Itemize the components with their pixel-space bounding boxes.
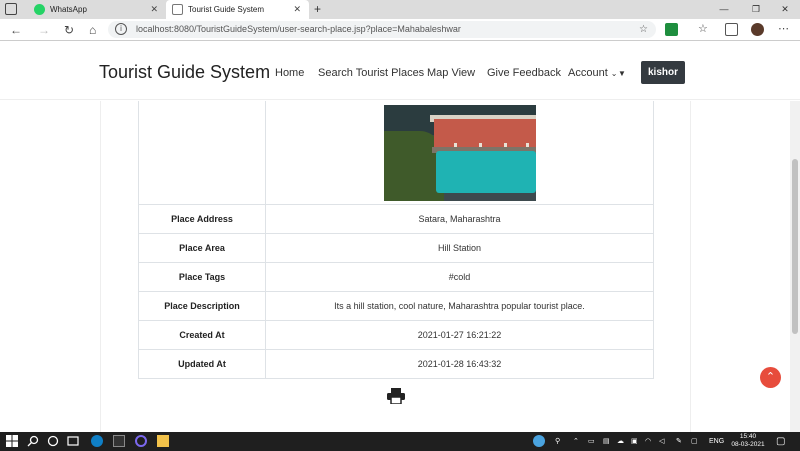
tab-label: Tourist Guide System	[188, 5, 265, 14]
table-row: Created At 2021-01-27 16:21:22	[138, 320, 654, 350]
edge-icon[interactable]	[91, 435, 103, 447]
task-view-icon[interactable]	[67, 435, 79, 447]
row-key: Place Address	[138, 204, 266, 234]
nav-map-view[interactable]: Map View	[427, 67, 475, 79]
cortana-icon[interactable]	[47, 435, 59, 447]
new-tab-button[interactable]: +	[314, 0, 321, 19]
monitor-icon[interactable]: ▣	[631, 432, 638, 451]
taskbar: ⚲ ⌃ ▭ ▤ ☁ ▣ ◠ ◁ ✎ ▢ ENG 15:40 08-03-2021…	[0, 432, 800, 451]
row-value: 2021-01-27 16:21:22	[265, 320, 654, 350]
pen-icon[interactable]: ✎	[676, 432, 682, 451]
table-row: Place Area Hill Station	[138, 233, 654, 263]
people-icon[interactable]: ⚲	[555, 432, 560, 451]
address-bar-row: ← → ↻ ⌂ i localhost:8080/TouristGuideSys…	[0, 19, 800, 41]
browser-tab-bar: WhatsApp ✕ Tourist Guide System ✕ + — ❐ …	[0, 0, 800, 19]
page-icon	[172, 4, 183, 15]
nav-give-feedback[interactable]: Give Feedback	[487, 67, 561, 79]
scrollbar[interactable]	[790, 101, 800, 432]
language-indicator[interactable]: ENG	[709, 432, 724, 451]
search-icon[interactable]	[27, 435, 39, 447]
table-cell	[265, 101, 654, 205]
place-photo	[383, 104, 536, 201]
display-icon[interactable]: ▢	[691, 432, 698, 451]
row-value: #cold	[265, 262, 654, 292]
clock-date: 08-03-2021	[731, 441, 765, 448]
url-field[interactable]: i localhost:8080/TouristGuideSystem/user…	[108, 21, 656, 38]
favorites-icon[interactable]: ☆	[698, 23, 711, 36]
home-icon[interactable]: ⌂	[89, 19, 96, 41]
image-row	[138, 101, 654, 205]
row-value: Satara, Maharashtra	[265, 204, 654, 234]
nav-account-label: Account	[568, 67, 608, 79]
close-icon[interactable]: ✕	[150, 0, 158, 19]
table-row: Place Tags #cold	[138, 262, 654, 292]
row-value: Its a hill station, cool nature, Maharas…	[265, 291, 654, 321]
tab-actions-icon[interactable]	[5, 3, 17, 15]
windows-start-icon[interactable]	[6, 435, 18, 447]
place-details-table: Place Address Satara, Maharashtra Place …	[138, 101, 654, 379]
more-icon[interactable]: ⋯	[778, 23, 791, 36]
table-row: Place Description Its a hill station, co…	[138, 291, 654, 321]
wifi-icon[interactable]: ◠	[645, 432, 651, 451]
close-window-icon[interactable]: ✕	[770, 0, 800, 19]
url-text: localhost:8080/TouristGuideSystem/user-s…	[136, 24, 461, 34]
whatsapp-icon	[34, 4, 45, 15]
clock[interactable]: 15:40 08-03-2021	[728, 433, 768, 449]
place-card: Place Address Satara, Maharashtra Place …	[100, 101, 691, 432]
table-cell	[138, 101, 266, 205]
chevron-up-icon[interactable]: ⌃	[573, 432, 579, 451]
nav-account[interactable]: Account ⌄	[568, 67, 617, 79]
user-button[interactable]: kishor	[641, 61, 685, 84]
row-value: Hill Station	[265, 233, 654, 263]
scrollbar-thumb[interactable]	[792, 159, 798, 334]
info-icon[interactable]: i	[115, 23, 127, 35]
caret-down-icon[interactable]: ▼	[618, 69, 626, 78]
collections-icon[interactable]	[725, 23, 738, 36]
row-key: Place Description	[138, 291, 266, 321]
help-icon[interactable]	[533, 435, 545, 447]
network-icon[interactable]: ▤	[603, 432, 610, 451]
row-key: Updated At	[138, 349, 266, 379]
close-icon[interactable]: ✕	[293, 0, 301, 19]
minimize-icon[interactable]: —	[709, 0, 739, 19]
extension-icon[interactable]	[665, 23, 678, 36]
table-row: Place Address Satara, Maharashtra	[138, 204, 654, 234]
forward-icon[interactable]: →	[38, 19, 50, 41]
row-key: Created At	[138, 320, 266, 350]
restore-icon[interactable]: ❐	[741, 0, 771, 19]
row-key: Place Tags	[138, 262, 266, 292]
battery-icon[interactable]: ▭	[588, 432, 595, 451]
app-icon[interactable]	[135, 435, 147, 447]
page-content: Place Address Satara, Maharashtra Place …	[0, 101, 790, 432]
tab-label: WhatsApp	[50, 5, 87, 14]
scroll-to-top-button[interactable]: ⌃	[760, 367, 781, 388]
refresh-icon[interactable]: ↻	[64, 19, 74, 41]
nav-home[interactable]: Home	[275, 67, 304, 79]
row-key: Place Area	[138, 233, 266, 263]
tab-whatsapp[interactable]: WhatsApp ✕	[28, 0, 166, 19]
notification-icon[interactable]: ▢	[776, 432, 785, 451]
clock-time: 15:40	[739, 433, 757, 440]
avatar[interactable]	[751, 23, 764, 36]
site-navbar: Tourist Guide System Home Search Tourist…	[0, 42, 800, 100]
terminal-icon[interactable]	[113, 435, 125, 447]
row-value: 2021-01-28 16:43:32	[265, 349, 654, 379]
cloud-icon[interactable]: ☁	[617, 432, 624, 451]
star-icon[interactable]: ☆	[639, 21, 648, 38]
chevron-down-icon: ⌄	[610, 69, 618, 78]
nav-search-places[interactable]: Search Tourist Places	[318, 67, 424, 79]
volume-icon[interactable]: ◁	[659, 432, 664, 451]
tab-tourist-guide[interactable]: Tourist Guide System ✕	[166, 0, 309, 19]
brand-title[interactable]: Tourist Guide System	[99, 62, 270, 83]
back-icon[interactable]: ←	[10, 19, 22, 41]
file-explorer-icon[interactable]	[157, 435, 169, 447]
table-row: Updated At 2021-01-28 16:43:32	[138, 349, 654, 379]
print-icon[interactable]	[387, 388, 405, 404]
